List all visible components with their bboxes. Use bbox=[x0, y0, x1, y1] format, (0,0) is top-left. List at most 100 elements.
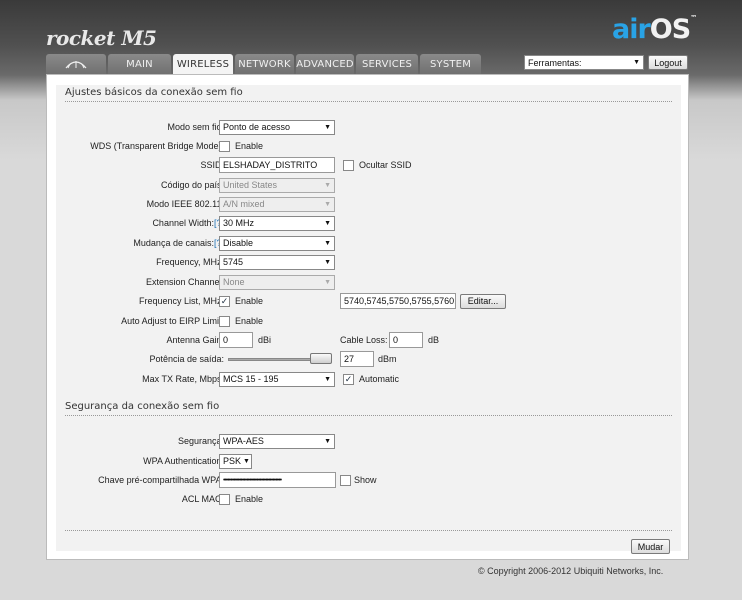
row-output-power: Potência de saída: 27 dBm bbox=[56, 351, 681, 367]
tools-select-value: Ferramentas: bbox=[528, 57, 582, 68]
wireless-mode-select[interactable]: Ponto de acesso ▼ bbox=[219, 119, 335, 135]
tab-services[interactable]: SERVICES bbox=[356, 54, 418, 74]
frequency-select[interactable]: 5745 ▼ bbox=[219, 254, 335, 270]
channel-width-label: Channel Width: bbox=[152, 218, 214, 228]
wireless-mode-label: Modo sem fio: bbox=[167, 122, 224, 132]
row-frequency-list: Frequency List, MHz: ✓ Enable 5740,5745,… bbox=[56, 293, 681, 309]
antenna-gain-label: Antenna Gain: bbox=[166, 335, 224, 345]
psk-label: Chave pré-compartilhada WPA: bbox=[98, 475, 224, 485]
country-label: Código do país: bbox=[160, 180, 224, 190]
channel-width-select[interactable]: 30 MHz ▼ bbox=[219, 215, 335, 231]
frequency-list-label: Frequency List, MHz: bbox=[138, 296, 224, 306]
brand-tm: ™ bbox=[690, 14, 697, 22]
row-wireless-mode: Modo sem fio: Ponto de acesso ▼ bbox=[56, 119, 681, 135]
row-antenna-gain: Antenna Gain: 0 dBi Cable Loss: 0 dB bbox=[56, 332, 681, 348]
frequency-list-input[interactable]: 5740,5745,5750,5755,5760,5 bbox=[340, 293, 456, 309]
psk-show-label: Show bbox=[354, 475, 377, 485]
max-tx-label: Max TX Rate, Mbps: bbox=[142, 374, 224, 384]
country-select[interactable]: United States ▼ bbox=[219, 177, 335, 193]
chevron-down-icon: ▼ bbox=[324, 219, 331, 227]
edit-frequency-list-button[interactable]: Editar... bbox=[460, 293, 506, 309]
copyright: © Copyright 2006-2012 Ubiquiti Networks,… bbox=[478, 566, 664, 576]
wireless-mode-value: Ponto de acesso bbox=[223, 122, 291, 132]
psk-input[interactable]: •••••••••••••••••••••••••••••••••••••••• bbox=[219, 472, 336, 488]
tab-main[interactable]: MAIN bbox=[108, 54, 171, 74]
max-tx-auto-checkbox[interactable]: ✓ bbox=[343, 373, 354, 385]
acl-mac-option-label: Enable bbox=[235, 494, 264, 504]
row-security: Segurança: WPA-AES ▼ bbox=[56, 433, 681, 449]
row-ieee-mode: Modo IEEE 802.11: A/N mixed ▼ bbox=[56, 196, 681, 212]
basic-section-title: Ajustes básicos da conexão sem fio bbox=[65, 87, 243, 98]
hide-ssid-checkbox[interactable] bbox=[343, 159, 354, 171]
ssid-input[interactable]: ELSHADAY_DISTRITO bbox=[219, 157, 335, 173]
brand-air: air bbox=[612, 14, 651, 45]
extension-channel-label: Extension Channel: bbox=[145, 277, 224, 287]
row-wpa-auth: WPA Authentication: PSK ▼ bbox=[56, 453, 681, 469]
content-panel: Ajustes básicos da conexão sem fio Modo … bbox=[46, 74, 689, 560]
row-frequency: Frequency, MHz: 5745 ▼ bbox=[56, 254, 681, 270]
chevron-down-icon: ▼ bbox=[243, 457, 250, 465]
max-tx-select[interactable]: MCS 15 - 195 ▼ bbox=[219, 371, 335, 387]
tab-home[interactable] bbox=[46, 54, 106, 74]
psk-show-checkbox[interactable] bbox=[340, 474, 351, 486]
divider bbox=[65, 101, 672, 102]
chevron-down-icon: ▼ bbox=[324, 239, 331, 247]
eirp-label: Auto Adjust to EIRP Limit: bbox=[121, 316, 224, 326]
cable-loss-label: Cable Loss: bbox=[340, 335, 388, 345]
row-channel-width: Channel Width:[?] 30 MHz ▼ bbox=[56, 215, 681, 231]
tab-network[interactable]: NETWORK bbox=[235, 54, 294, 74]
frequency-list-checkbox[interactable]: ✓ bbox=[219, 295, 230, 307]
wds-checkbox[interactable] bbox=[219, 140, 230, 152]
wds-option-label: Enable bbox=[235, 141, 264, 151]
row-extension-channel: Extension Channel: None ▼ bbox=[56, 274, 681, 290]
extension-channel-value: None bbox=[223, 277, 245, 287]
row-wds: WDS (Transparent Bridge Mode): Enable bbox=[56, 138, 681, 154]
antenna-gain-unit: dBi bbox=[258, 335, 272, 345]
divider bbox=[65, 415, 672, 416]
wpa-auth-label: WPA Authentication: bbox=[143, 456, 224, 466]
output-power-label: Potência de saída: bbox=[149, 354, 224, 364]
airos-logo: airOS™ bbox=[612, 14, 697, 45]
eirp-checkbox[interactable] bbox=[219, 315, 230, 327]
tab-advanced[interactable]: ADVANCED bbox=[296, 54, 354, 74]
cable-loss-input[interactable]: 0 bbox=[389, 332, 423, 348]
wpa-auth-value: PSK bbox=[223, 456, 242, 466]
frequency-list-option-label: Enable bbox=[235, 296, 264, 306]
channel-shift-select[interactable]: Disable ▼ bbox=[219, 235, 335, 251]
chevron-down-icon: ▼ bbox=[324, 278, 331, 286]
output-power-unit: dBm bbox=[378, 354, 397, 364]
row-ssid: SSID: ELSHADAY_DISTRITO Ocultar SSID bbox=[56, 157, 681, 173]
channel-shift-label-wrap: Mudança de canais:[?] bbox=[133, 238, 224, 248]
security-select[interactable]: WPA-AES ▼ bbox=[219, 433, 335, 449]
chevron-down-icon: ▼ bbox=[324, 123, 331, 131]
wpa-auth-select[interactable]: PSK ▼ bbox=[219, 453, 252, 469]
product-logo: rocket M5 bbox=[46, 26, 157, 50]
frequency-label: Frequency, MHz: bbox=[156, 257, 224, 267]
security-label: Segurança: bbox=[177, 436, 224, 446]
acl-mac-checkbox[interactable] bbox=[219, 493, 230, 505]
output-power-input[interactable]: 27 bbox=[340, 351, 374, 367]
channel-shift-value: Disable bbox=[223, 238, 254, 248]
save-button[interactable]: Mudar bbox=[631, 539, 670, 554]
output-power-slider[interactable] bbox=[228, 352, 332, 364]
security-value: WPA-AES bbox=[223, 436, 264, 446]
header: rocket M5 airOS™ MAIN WIRELESS NETWORK A… bbox=[0, 0, 742, 76]
chevron-down-icon: ▼ bbox=[324, 437, 331, 445]
eirp-option-label: Enable bbox=[235, 316, 264, 326]
tools-select[interactable]: Ferramentas: ▼ bbox=[524, 55, 644, 70]
row-country: Código do país: United States ▼ bbox=[56, 177, 681, 193]
output-power-slider-thumb[interactable] bbox=[310, 352, 332, 364]
ieee-mode-value: A/N mixed bbox=[223, 199, 265, 209]
antenna-gain-input[interactable]: 0 bbox=[219, 332, 253, 348]
row-eirp: Auto Adjust to EIRP Limit: Enable bbox=[56, 313, 681, 329]
channel-width-label-wrap: Channel Width:[?] bbox=[152, 218, 224, 228]
tab-wireless[interactable]: WIRELESS bbox=[173, 54, 233, 75]
main-tabs: MAIN WIRELESS NETWORK ADVANCED SERVICES … bbox=[46, 54, 483, 75]
tab-system[interactable]: SYSTEM bbox=[420, 54, 481, 74]
hide-ssid-label: Ocultar SSID bbox=[359, 160, 412, 170]
ubnt-logo-icon bbox=[65, 61, 87, 69]
extension-channel-select[interactable]: None ▼ bbox=[219, 274, 335, 290]
divider bbox=[65, 530, 672, 531]
logout-button[interactable]: Logout bbox=[648, 55, 688, 70]
ieee-mode-select[interactable]: A/N mixed ▼ bbox=[219, 196, 335, 212]
